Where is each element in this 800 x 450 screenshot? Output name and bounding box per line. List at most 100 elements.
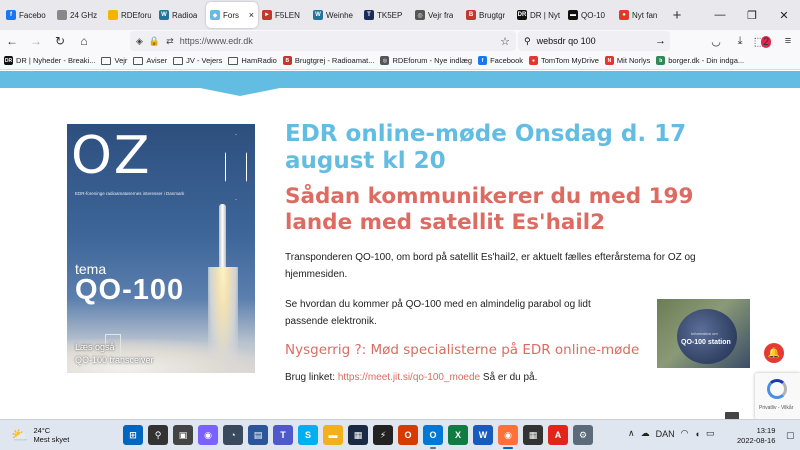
home-button[interactable]: ⌂	[72, 34, 96, 48]
bookmark-7[interactable]: f Facebook	[478, 56, 523, 65]
globe-icon: ◎	[415, 10, 425, 20]
bookmark-star-icon[interactable]: ☆	[500, 35, 510, 48]
qo100-station-image[interactable]: Information om QO-100 station	[657, 299, 750, 368]
tab-9[interactable]: B Brugtgr	[462, 2, 513, 28]
bookmark-5[interactable]: B Brugtgrej - Radioamat...	[282, 56, 374, 65]
facebook-icon: f	[478, 56, 488, 65]
tab-0[interactable]: f Facebo	[2, 2, 53, 28]
menu-icon[interactable]: ≡	[776, 35, 800, 47]
tab-4[interactable]: ◆ Fors ×	[206, 2, 258, 28]
volume-icon[interactable]: ◖	[694, 429, 699, 439]
battery-icon[interactable]: ▭	[706, 428, 715, 439]
search-go-icon[interactable]: →	[655, 35, 666, 47]
tab-8[interactable]: ◎ Vejr fra	[411, 2, 462, 28]
site-banner	[0, 71, 800, 96]
skype-icon[interactable]: S	[298, 425, 318, 445]
tab-title: Fors	[223, 10, 239, 20]
settings-icon[interactable]: ⚙	[573, 425, 593, 445]
folder-icon	[173, 56, 184, 65]
downloads-icon[interactable]: ⤓	[728, 35, 752, 48]
tab-1[interactable]: 24 GHz PA	[53, 2, 104, 28]
acrobat-icon[interactable]: A	[548, 425, 568, 445]
edr-logo-icon	[225, 134, 247, 200]
language-indicator[interactable]: DAN	[656, 429, 675, 439]
file-explorer-icon[interactable]: ▬	[323, 425, 343, 445]
tab-3[interactable]: W Radioa	[155, 2, 206, 28]
tab-title: Brugtgr	[479, 10, 506, 20]
bookmark-3[interactable]: JV - Vejers	[173, 56, 222, 65]
clock[interactable]: 13:19 2022-08-16	[737, 426, 775, 446]
task-view-icon[interactable]: ▣	[173, 425, 193, 445]
tab-6[interactable]: W Weinhe	[309, 2, 360, 28]
recaptcha-badge[interactable]: Privatliv - Vilkår	[755, 373, 800, 419]
close-tab-icon[interactable]: ×	[249, 10, 254, 20]
search-icon[interactable]: ⚲	[148, 425, 168, 445]
lock-icon[interactable]: 🔒	[149, 36, 160, 47]
tray-chevron-icon[interactable]: ∧	[628, 428, 635, 439]
pocket-icon[interactable]: ◡	[704, 35, 728, 48]
ham-app-icon[interactable]: ⚡	[373, 425, 393, 445]
permissions-icon[interactable]: ⇄	[166, 36, 174, 47]
sdr-icon[interactable]: ▦	[348, 425, 368, 445]
toolbar-right: ◡ ⤓ ⬚2 ≡	[704, 30, 800, 52]
extensions-button[interactable]: ⬚2	[752, 35, 776, 48]
cover-subtitle: EDR-foreninge radioamatørernes interesse…	[75, 191, 185, 196]
window-controls: — ❐ ✕	[704, 0, 800, 30]
onedrive-icon[interactable]: ☁	[641, 428, 650, 439]
new-tab-button[interactable]: +	[666, 7, 688, 24]
weather-widget[interactable]: ⛅ 24°C Mest skyet	[11, 426, 69, 444]
close-window-button[interactable]: ✕	[768, 9, 800, 22]
restore-button[interactable]: ❐	[736, 9, 768, 22]
address-bar[interactable]: ◈ 🔒 ⇄ https://www.edr.dk ☆	[130, 31, 516, 51]
reload-button[interactable]: ↻	[48, 34, 72, 48]
bookmark-10[interactable]: b borger.dk - Din indga...	[656, 56, 744, 65]
excel-icon[interactable]: X	[448, 425, 468, 445]
url-text[interactable]: https://www.edr.dk	[180, 36, 253, 46]
qo100-icon: ▬	[568, 10, 578, 20]
notification-bell-icon[interactable]: 🔔	[764, 343, 784, 363]
weather-temperature: 24°C	[33, 426, 51, 435]
bookmark-1[interactable]: Vejr	[101, 56, 127, 65]
word-icon[interactable]: W	[473, 425, 493, 445]
oz-magazine-cover[interactable]: OZ EDR-foreninge radioamatørernes intere…	[67, 124, 255, 373]
back-button[interactable]: ←	[0, 34, 24, 48]
bookmark-4[interactable]: HamRadio	[228, 56, 277, 65]
bookmark-label: Facebook	[490, 56, 523, 65]
firefox-icon[interactable]: ◉	[498, 425, 518, 449]
bookmark-label: borger.dk - Din indga...	[668, 56, 745, 65]
article-link-paragraph: Brug linket: https://meet.jit.si/qo-100_…	[285, 372, 755, 383]
tab-10[interactable]: DR DR | Nyt	[513, 2, 564, 28]
teams-icon[interactable]: T	[273, 425, 293, 445]
bookmark-label: Mit Norlys	[616, 56, 651, 65]
tab-5[interactable]: ► F5LEN	[258, 2, 309, 28]
bookmark-2[interactable]: Aviser	[133, 56, 167, 65]
meeting-link[interactable]: https://meet.jit.si/qo-100_moede	[338, 372, 480, 383]
tab-12[interactable]: ● Nyt fan	[615, 2, 666, 28]
search-bar[interactable]: ⚲ websdr qo 100 →	[518, 31, 670, 51]
teams-chat-icon[interactable]: ◉	[198, 425, 218, 445]
windows-start-icon[interactable]: ⊞	[123, 425, 143, 445]
search-input[interactable]: websdr qo 100	[537, 36, 596, 46]
scroll-handle[interactable]	[725, 412, 739, 419]
tab-2[interactable]: RDEforum	[104, 2, 155, 28]
recaptcha-text[interactable]: Privatliv - Vilkår	[759, 405, 793, 411]
article-paragraph-1: Transponderen QO-100, om bord på satelli…	[285, 252, 696, 280]
tracking-shield-icon[interactable]: ◈	[136, 36, 143, 47]
notification-center-icon[interactable]: ▢	[786, 430, 795, 441]
printer-icon[interactable]: ▤	[248, 425, 268, 445]
forward-button[interactable]: →	[24, 34, 48, 48]
office-icon[interactable]: O	[398, 425, 418, 445]
wifi-icon[interactable]: ◠	[681, 428, 689, 439]
bookmark-8[interactable]: ● TomTom MyDrive	[529, 56, 599, 65]
tab-title: TK5EP	[377, 10, 403, 20]
tab-11[interactable]: ▬ QO-10	[564, 2, 615, 28]
bookmark-0[interactable]: DR DR | Nyheder - Breaki...	[4, 56, 95, 65]
app-icon[interactable]: ▦	[523, 425, 543, 445]
minimize-button[interactable]: —	[704, 9, 736, 21]
outlook-icon[interactable]: O	[423, 425, 443, 449]
bookmark-6[interactable]: ◎ RDEforum - Nye indlæg	[380, 56, 472, 65]
tab-7[interactable]: T TK5EP	[360, 2, 411, 28]
bookmark-label: DR | Nyheder - Breaki...	[16, 56, 96, 65]
speedometer-icon[interactable]: ◔	[223, 425, 243, 445]
bookmark-9[interactable]: N Mit Norlys	[604, 56, 651, 65]
